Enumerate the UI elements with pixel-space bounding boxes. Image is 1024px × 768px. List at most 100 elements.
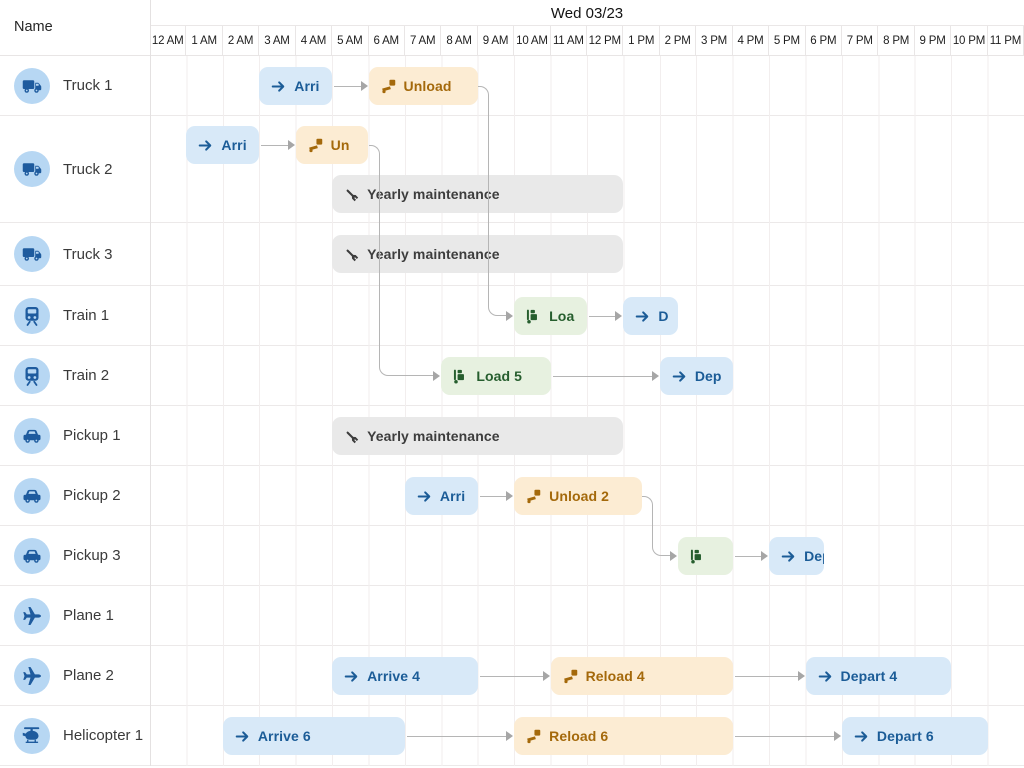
resource-name-cell[interactable]: Train 1 — [0, 286, 150, 345]
event-h1-reload[interactable]: Reload 6 — [514, 717, 733, 755]
plane-icon — [14, 658, 50, 694]
event-tr1-load[interactable]: Loa — [514, 297, 587, 335]
hour-cell: 6 AM — [369, 26, 405, 56]
arrow-right-icon — [818, 669, 833, 684]
resource-name-label: Plane 1 — [63, 607, 114, 624]
connector-line — [379, 367, 435, 376]
arrow-right-icon — [854, 729, 869, 744]
connector-arrow — [288, 140, 300, 150]
load-icon — [526, 309, 541, 324]
truck-icon — [14, 236, 50, 272]
arrow-right-icon — [271, 79, 286, 94]
resource-name-label: Truck 1 — [63, 77, 112, 94]
connector-line — [735, 556, 762, 557]
hour-cell: 1 AM — [186, 26, 222, 56]
event-label: Unload — [404, 78, 452, 94]
hour-cell: 9 PM — [915, 26, 951, 56]
event-label: Arrive 4 — [367, 668, 420, 684]
hour-cell: 6 PM — [806, 26, 842, 56]
resource-name-cell[interactable]: Truck 3 — [0, 223, 150, 285]
arrow-right-icon — [198, 138, 213, 153]
hour-cell: 12 AM — [150, 26, 186, 56]
event-pl2-reload[interactable]: Reload 4 — [551, 657, 733, 695]
resource-name-cell[interactable]: Truck 2 — [0, 116, 150, 222]
connector-line — [261, 145, 288, 146]
connector-line — [480, 676, 544, 677]
timeline-date-header: Wed 03/23 — [150, 0, 1024, 25]
event-p3-load[interactable] — [678, 537, 733, 575]
event-p2-unload[interactable]: Unload 2 — [514, 477, 641, 515]
connector-arrow — [615, 311, 627, 321]
hour-cell: 10 AM — [514, 26, 550, 56]
event-t2-unload[interactable]: Un — [296, 126, 369, 164]
connector-line — [553, 376, 653, 377]
connector-line — [334, 86, 361, 87]
connector-arrow — [506, 491, 518, 501]
event-h1-depart[interactable]: Depart 6 — [842, 717, 988, 755]
connector-arrow — [433, 371, 445, 381]
resource-name-cell[interactable]: Truck 1 — [0, 56, 150, 115]
name-column-divider — [150, 0, 151, 766]
load-icon — [690, 549, 705, 564]
car-icon — [14, 538, 50, 574]
resource-name-cell[interactable]: Plane 2 — [0, 646, 150, 705]
event-pl2-depart[interactable]: Depart 4 — [806, 657, 952, 695]
connector-arrow — [506, 731, 518, 741]
hour-cell: 2 AM — [223, 26, 259, 56]
arrow-right-icon — [344, 669, 359, 684]
resource-name-cell[interactable]: Train 2 — [0, 346, 150, 405]
name-column-header: Name — [0, 0, 150, 56]
resource-name-cell[interactable]: Pickup 1 — [0, 406, 150, 465]
hour-cell: 7 PM — [842, 26, 878, 56]
hour-cell: 3 PM — [696, 26, 732, 56]
unload-icon — [563, 669, 578, 684]
hour-cell: 9 AM — [478, 26, 514, 56]
resource-name-cell[interactable]: Pickup 2 — [0, 466, 150, 525]
event-t1-unload[interactable]: Unload — [369, 67, 478, 105]
connector-line — [480, 496, 507, 497]
event-t2-arrive[interactable]: Arri — [186, 126, 259, 164]
connector-line — [642, 496, 653, 547]
plane-icon — [14, 598, 50, 634]
arrow-right-icon — [235, 729, 250, 744]
resource-name-label: Truck 3 — [63, 246, 112, 263]
arrow-right-icon — [672, 369, 687, 384]
unload-icon — [308, 138, 323, 153]
hour-cell: 4 AM — [296, 26, 332, 56]
event-tr1-depart[interactable]: D — [623, 297, 678, 335]
connector-line — [407, 736, 507, 737]
resource-name-label: Pickup 2 — [63, 487, 121, 504]
event-h1-arrive[interactable]: Arrive 6 — [223, 717, 405, 755]
car-icon — [14, 418, 50, 454]
event-p2-arrive[interactable]: Arri — [405, 477, 478, 515]
hour-cell: 8 PM — [878, 26, 914, 56]
resource-row-pickup3: Pickup 3 — [0, 526, 1024, 586]
connector-arrow — [670, 551, 682, 561]
resource-name-cell[interactable]: Helicopter 1 — [0, 706, 150, 765]
wrench-icon — [344, 187, 359, 202]
event-label: Depart 4 — [841, 668, 898, 684]
resource-name-label: Pickup 3 — [63, 547, 121, 564]
event-label: Dep — [695, 368, 722, 384]
hour-cell: 11 PM — [988, 26, 1024, 56]
resource-name-cell[interactable]: Plane 1 — [0, 586, 150, 645]
event-label: Un — [331, 137, 350, 153]
event-t1-arrive[interactable]: Arri — [259, 67, 332, 105]
connector-arrow — [798, 671, 810, 681]
timeline-hours-row: 12 AM1 AM2 AM3 AM4 AM5 AM6 AM7 AM8 AM9 A… — [150, 25, 1024, 56]
hour-cell: 10 PM — [951, 26, 987, 56]
helicopter-icon — [14, 718, 50, 754]
wrench-icon — [344, 429, 359, 444]
hour-cell: 1 PM — [623, 26, 659, 56]
resource-name-cell[interactable]: Pickup 3 — [0, 526, 150, 585]
event-tr2-load[interactable]: Load 5 — [441, 357, 550, 395]
event-label: Unload 2 — [549, 488, 609, 504]
hour-cell: 2 PM — [660, 26, 696, 56]
event-pl2-arrive[interactable]: Arrive 4 — [332, 657, 478, 695]
event-tr2-depart[interactable]: Dep — [660, 357, 733, 395]
event-p3-depart[interactable]: Dep — [769, 537, 824, 575]
event-p1-maint[interactable]: Yearly maintenance — [332, 417, 623, 455]
connector-arrow — [652, 371, 664, 381]
truck-icon — [14, 68, 50, 104]
wrench-icon — [344, 247, 359, 262]
